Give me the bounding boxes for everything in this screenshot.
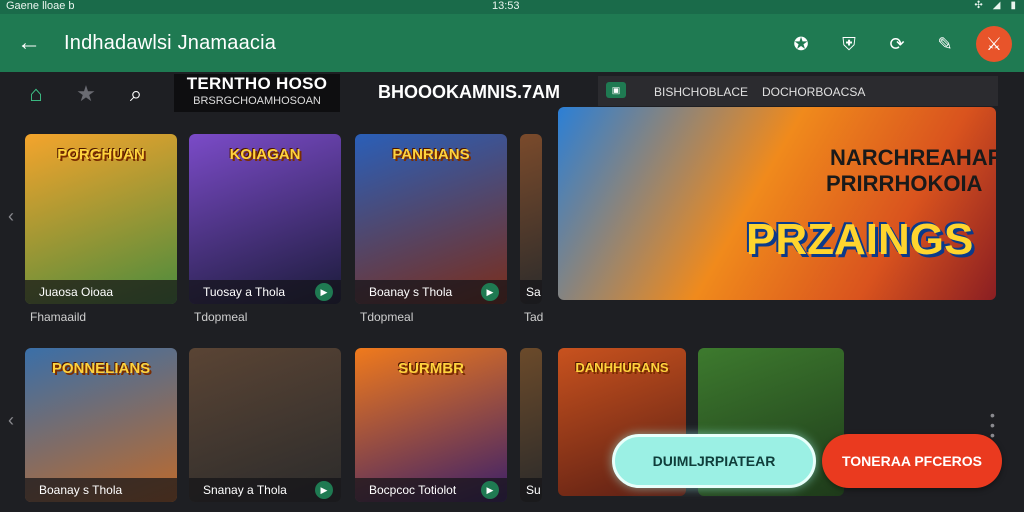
- game-label: Tad: [524, 310, 544, 324]
- trophy-icon[interactable]: ✪: [784, 27, 818, 61]
- game-art-title: KOIAGAN: [229, 146, 301, 163]
- game-caption: Juaosa Oioaa: [25, 280, 177, 304]
- row2-scroll-left-icon[interactable]: ‹: [8, 410, 14, 431]
- game-art-title: PANRIANS: [392, 146, 470, 163]
- section-title: TERNTHO HOSO: [186, 74, 328, 93]
- game-caption: Sa: [520, 280, 542, 304]
- hero-banner[interactable]: NARCHREAHAR PRIRRHOKOIA PRZAINGS: [558, 107, 996, 300]
- section-heading: TERNTHO HOSO BRSRGCHOAMHOSOAN: [174, 74, 340, 112]
- app-bar: ← Indhadawlsi Jnamaacia ✪ ⛨ ⟳ ✎ ⚔: [0, 14, 1024, 72]
- play-icon[interactable]: ▶: [315, 481, 333, 499]
- secondary-action-button[interactable]: TONERAA PFCEROS: [822, 434, 1002, 488]
- game-tile[interactable]: PONNELIANS Boanay s Thola: [25, 348, 177, 502]
- game-tile[interactable]: Snanay a Thola ▶: [189, 348, 341, 502]
- status-left-text: Gaene lloae b: [6, 0, 75, 12]
- sub-navigation: ⌂ ★ ⌕: [22, 80, 150, 108]
- refresh-icon[interactable]: ⟳: [880, 27, 914, 61]
- play-icon[interactable]: ▶: [481, 283, 499, 301]
- game-caption: Boanay s Thola: [25, 478, 177, 502]
- appbar-actions: ✪ ⛨ ⟳ ✎ ⚔: [784, 26, 1012, 62]
- game-art-title: SURMBR: [398, 360, 464, 377]
- game-label: Tdopmeal: [194, 310, 248, 324]
- section-link[interactable]: BHOOOKAMNIS.7AM: [378, 82, 560, 103]
- play-icon[interactable]: ▶: [315, 283, 333, 301]
- featured-label-1: BISHCHOBLACE: [654, 85, 749, 99]
- primary-action-button[interactable]: DUIMLJRPIATEAR: [612, 434, 816, 488]
- game-tile[interactable]: KOIAGAN Tuosay a Thola ▶: [189, 134, 341, 304]
- status-time: 13:53: [492, 0, 520, 12]
- game-tile[interactable]: PANRIANS Boanay s Thola ▶: [355, 134, 507, 304]
- game-label: Fhamaaild: [30, 310, 87, 324]
- game-tile[interactable]: PORGHUAN Juaosa Oioaa: [25, 134, 177, 304]
- hero-line-1: NARCHREAHAR: [830, 145, 996, 170]
- game-art-title: PORGHUAN: [57, 146, 145, 163]
- profile-avatar-icon[interactable]: ⚔: [976, 26, 1012, 62]
- featured-header: ▣ BISHCHOBLACE DOCHORBOACSA: [598, 76, 998, 106]
- hero-line-2: PRIRRHOKOIA: [826, 171, 983, 196]
- game-art-title: DANHHURANS: [575, 360, 669, 375]
- battery-icon: ▮: [1010, 0, 1016, 11]
- featured-badge-icon: ▣: [606, 82, 626, 98]
- game-tile[interactable]: Sa: [520, 134, 542, 304]
- game-tile[interactable]: Su: [520, 348, 542, 502]
- back-arrow-icon[interactable]: ←: [14, 29, 44, 57]
- home-icon[interactable]: ⌂: [22, 80, 50, 108]
- game-tile[interactable]: SURMBR Bocpcoc Totiolot ▶: [355, 348, 507, 502]
- more-dots-icon[interactable]: • • •: [990, 408, 995, 442]
- game-art-title: PONNELIANS: [51, 360, 151, 377]
- hero-title: PRZAINGS: [746, 215, 974, 264]
- row1-scroll-left-icon[interactable]: ‹: [8, 206, 14, 227]
- signal-icon: ◢: [992, 0, 1001, 11]
- search-icon[interactable]: ⌕: [122, 80, 150, 108]
- featured-label-2: DOCHORBOACSA: [762, 85, 866, 99]
- game-caption: Su: [520, 478, 542, 502]
- star-icon[interactable]: ★: [72, 80, 100, 108]
- page-title: Indhadawlsi Jnamaacia: [64, 32, 277, 54]
- play-icon[interactable]: ▶: [481, 481, 499, 499]
- game-label: Tdopmeal: [360, 310, 414, 324]
- section-subtitle: BRSRGCHOAMHOSOAN: [193, 95, 321, 107]
- edit-icon[interactable]: ✎: [928, 27, 962, 61]
- wifi-icon: ✣: [974, 0, 983, 11]
- game-art: [520, 134, 542, 304]
- status-bar: Gaene lloae b 13:53 ✣ ◢ ▮: [0, 0, 1024, 14]
- shield-icon[interactable]: ⛨: [832, 27, 866, 61]
- status-icons: ✣ ◢ ▮: [974, 0, 1016, 11]
